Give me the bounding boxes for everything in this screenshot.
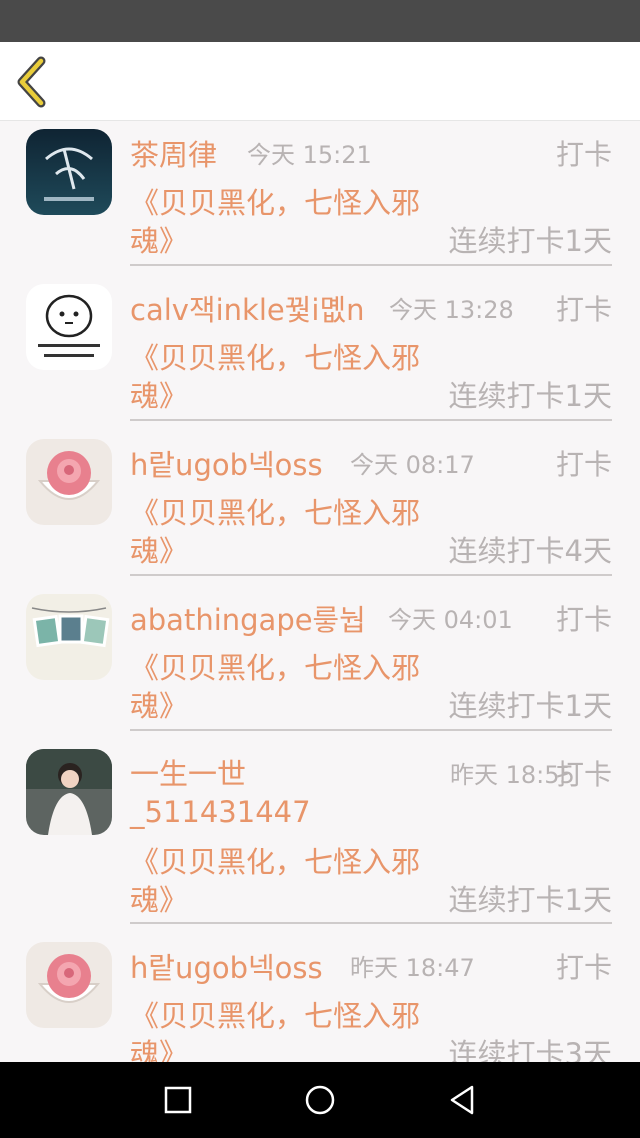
book-title[interactable]: 《贝贝黑化，七怪入邪魂》 xyxy=(130,997,440,1062)
user-name[interactable]: h랕ugob넥oss xyxy=(130,445,323,485)
user-name[interactable]: abathingape릏눱 xyxy=(130,600,366,640)
user-name[interactable]: calv잭inkle꿫i몞n xyxy=(130,290,365,330)
chevron-left-icon[interactable] xyxy=(10,54,60,110)
streak-label: 连续打卡3天 xyxy=(448,1037,612,1062)
book-title[interactable]: 《贝贝黑化，七怪入邪魂》 xyxy=(130,184,440,260)
checkin-label: 打卡 xyxy=(555,138,612,171)
streak-label: 连续打卡4天 xyxy=(448,534,612,568)
checkin-label: 打卡 xyxy=(555,758,612,791)
avatar[interactable] xyxy=(26,129,112,215)
checkin-label: 打卡 xyxy=(555,603,612,636)
user-name[interactable]: h랕ugob넥oss xyxy=(130,948,323,988)
back-icon[interactable] xyxy=(442,1080,482,1120)
user-name[interactable]: 一生一世_511431447 xyxy=(130,755,330,831)
list-item[interactable]: h랕ugob넥oss 今天 08:17 打卡 《贝贝黑化，七怪入邪魂》 连续打卡… xyxy=(0,431,640,586)
list-item[interactable]: calv잭inkle꿫i몞n 今天 13:28 打卡 《贝贝黑化，七怪入邪魂》 … xyxy=(0,276,640,431)
checkin-label: 打卡 xyxy=(555,293,612,326)
list-item[interactable]: 一生一世_511431447 昨天 18:55 打卡 《贝贝黑化，七怪入邪魂》 … xyxy=(0,741,640,934)
divider xyxy=(130,574,612,576)
divider xyxy=(130,419,612,421)
divider xyxy=(130,729,612,731)
book-title[interactable]: 《贝贝黑化，七怪入邪魂》 xyxy=(130,649,440,725)
avatar[interactable] xyxy=(26,942,112,1028)
home-icon[interactable] xyxy=(300,1080,340,1120)
streak-label: 连续打卡1天 xyxy=(448,883,612,917)
navigation-bar xyxy=(0,1062,640,1138)
checkin-time: 今天 15:21 xyxy=(247,141,372,169)
checkin-label: 打卡 xyxy=(555,448,612,481)
book-title[interactable]: 《贝贝黑化，七怪入邪魂》 xyxy=(130,339,440,415)
checkin-time: 今天 08:17 xyxy=(350,451,475,479)
checkin-list[interactable]: 茶周律 今天 15:21 打卡 《贝贝黑化，七怪入邪魂》 连续打卡1天 calv… xyxy=(0,121,640,1062)
streak-label: 连续打卡1天 xyxy=(448,224,612,258)
checkin-label: 打卡 xyxy=(555,951,612,984)
header xyxy=(0,42,640,121)
recent-apps-icon[interactable] xyxy=(158,1080,198,1120)
book-title[interactable]: 《贝贝黑化，七怪入邪魂》 xyxy=(130,843,440,919)
divider xyxy=(130,264,612,266)
checkin-time: 今天 04:01 xyxy=(388,606,513,634)
checkin-time: 今天 13:28 xyxy=(389,296,514,324)
avatar[interactable] xyxy=(26,439,112,525)
divider xyxy=(130,922,612,924)
user-name[interactable]: 茶周律 xyxy=(130,135,217,175)
book-title[interactable]: 《贝贝黑化，七怪入邪魂》 xyxy=(130,494,440,570)
list-item[interactable]: h랕ugob넥oss 昨天 18:47 打卡 《贝贝黑化，七怪入邪魂》 连续打卡… xyxy=(0,934,640,1062)
streak-label: 连续打卡1天 xyxy=(448,689,612,723)
avatar[interactable] xyxy=(26,284,112,370)
list-item[interactable]: 茶周律 今天 15:21 打卡 《贝贝黑化，七怪入邪魂》 连续打卡1天 xyxy=(0,121,640,276)
status-bar xyxy=(0,0,640,42)
list-item[interactable]: abathingape릏눱 今天 04:01 打卡 《贝贝黑化，七怪入邪魂》 连… xyxy=(0,586,640,741)
avatar[interactable] xyxy=(26,749,112,835)
checkin-time: 昨天 18:47 xyxy=(350,954,475,982)
avatar[interactable] xyxy=(26,594,112,680)
streak-label: 连续打卡1天 xyxy=(448,379,612,413)
